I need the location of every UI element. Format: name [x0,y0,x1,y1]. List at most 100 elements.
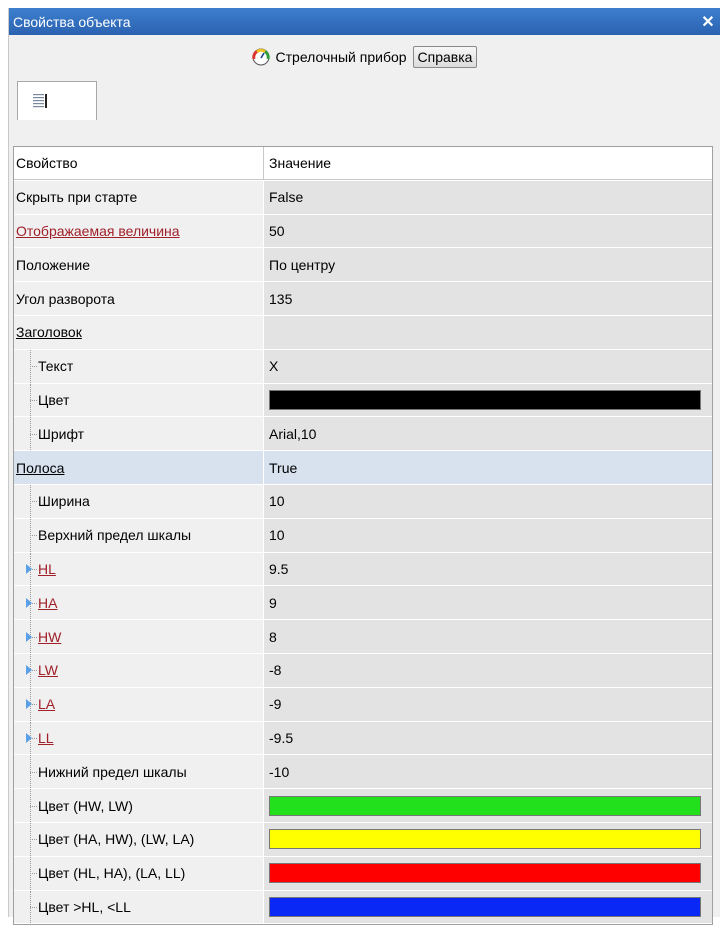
property-name-cell: LL [14,721,264,755]
property-name: Шрифт [14,417,264,451]
property-value[interactable]: 8 [264,620,712,653]
row-color-beyond-limits[interactable]: Цвет >HL, <LL [14,890,712,925]
row-rotation-angle[interactable]: Угол разворота 135 [14,282,712,316]
row-displayed-value[interactable]: Отображаемая величина 50 [14,214,712,249]
title-bar[interactable]: Свойства объекта ✕ [9,8,720,35]
property-name-cell: Полоса [14,451,264,484]
color-swatch[interactable] [269,795,701,816]
property-name[interactable]: HW [38,629,61,645]
property-name[interactable]: LL [38,730,54,746]
property-list-icon [33,94,47,108]
property-value[interactable] [264,890,712,924]
property-name[interactable]: HL [38,561,56,577]
row-position[interactable]: Положение По центру [14,248,712,283]
property-name-cell: HL [14,552,264,586]
property-group-name[interactable]: Полоса [16,460,64,476]
property-name: Положение [14,248,264,282]
property-value[interactable]: По центру [264,248,712,282]
row-ll[interactable]: LL -9.5 [14,721,712,756]
tab-properties[interactable] [17,81,97,120]
header-value: Значение [264,147,712,180]
row-band-group[interactable]: Полоса True [14,451,712,485]
row-scale-upper-limit[interactable]: Верхний предел шкалы 10 [14,518,712,553]
property-group-name[interactable]: Заголовок [16,324,82,340]
property-value[interactable]: 135 [264,282,712,315]
property-name[interactable]: HA [38,595,57,611]
object-type-bar: Стрелочный прибор Справка [9,35,720,79]
property-name-cell: LA [14,687,264,721]
expand-arrow-icon[interactable] [26,665,32,676]
property-value[interactable]: -9 [264,687,712,721]
row-color-hw-lw[interactable]: Цвет (HW, LW) [14,789,712,823]
expand-arrow-icon[interactable] [26,732,32,743]
row-caption-font[interactable]: Шрифт Arial,10 [14,417,712,452]
property-name: Цвет [14,383,264,417]
row-la[interactable]: LA -9 [14,687,712,722]
property-name: Верхний предел шкалы [14,518,264,552]
row-hw[interactable]: HW 8 [14,620,712,654]
property-value[interactable]: 10 [264,518,712,552]
property-name: Текст [14,349,264,383]
property-name-cell: Заголовок [14,315,264,349]
row-band-width[interactable]: Ширина 10 [14,484,712,519]
color-swatch[interactable] [269,389,701,410]
row-scale-lower-limit[interactable]: Нижний предел шкалы -10 [14,755,712,790]
color-swatch[interactable] [269,829,701,850]
row-caption-color[interactable]: Цвет [14,383,712,418]
property-value[interactable]: -8 [264,653,712,687]
row-caption-group[interactable]: Заголовок [14,315,712,350]
property-name-cell: HW [14,620,264,653]
property-value[interactable]: 10 [264,484,712,518]
row-ha[interactable]: HA 9 [14,586,712,621]
property-name-cell: Отображаемая величина [14,214,264,248]
color-swatch[interactable] [269,863,701,884]
property-value[interactable]: True [264,451,712,484]
gauge-icon [251,48,270,66]
property-name: Скрыть при старте [14,180,264,214]
object-properties-window: Свойства объекта ✕ Стрелочный прибор Спр… [8,8,720,925]
property-name[interactable]: LW [38,662,58,678]
row-lw[interactable]: LW -8 [14,653,712,688]
row-color-ha-hw[interactable]: Цвет (HA, HW), (LW, LA) [14,822,712,857]
property-value[interactable] [264,822,712,856]
property-name: Цвет (HL, HA), (LA, LL) [14,856,264,890]
property-value[interactable] [264,789,712,822]
property-name: Угол разворота [14,282,264,315]
property-value[interactable] [264,856,712,890]
property-value[interactable]: X [264,349,712,383]
property-value[interactable]: 50 [264,214,712,248]
color-swatch[interactable] [269,896,701,917]
property-name-cell: HA [14,586,264,620]
property-name: Цвет >HL, <LL [14,890,264,924]
expand-arrow-icon[interactable] [26,699,32,710]
property-name[interactable]: Отображаемая величина [16,223,180,239]
property-value[interactable]: 9.5 [264,552,712,586]
expand-arrow-icon[interactable] [26,563,32,574]
property-value[interactable]: Arial,10 [264,417,712,451]
header-property: Свойство [14,147,264,180]
property-name: Нижний предел шкалы [14,755,264,789]
property-name: Цвет (HW, LW) [14,789,264,822]
expand-arrow-icon[interactable] [26,631,32,642]
row-caption-text[interactable]: Текст X [14,349,712,384]
window-title: Свойства объекта [13,13,131,30]
close-icon[interactable]: ✕ [696,12,720,32]
property-value[interactable] [264,383,712,417]
property-value[interactable]: False [264,180,712,214]
grid-header: Свойство Значение [14,147,712,181]
property-grid: Свойство Значение Скрыть при старте Fals… [13,146,713,925]
property-name: Цвет (HA, HW), (LW, LA) [14,822,264,856]
property-value[interactable]: -10 [264,755,712,789]
property-value [264,315,712,349]
tab-strip [9,79,720,120]
object-type-label: Стрелочный прибор [275,49,407,65]
property-value[interactable]: -9.5 [264,721,712,755]
help-button[interactable]: Справка [412,46,478,68]
property-name: Ширина [14,484,264,518]
property-value[interactable]: 9 [264,586,712,620]
expand-arrow-icon[interactable] [26,597,32,608]
property-name[interactable]: LA [38,696,55,712]
row-hide-on-start[interactable]: Скрыть при старте False [14,180,712,215]
row-hl[interactable]: HL 9.5 [14,552,712,587]
row-color-hl-ha[interactable]: Цвет (HL, HA), (LA, LL) [14,856,712,891]
